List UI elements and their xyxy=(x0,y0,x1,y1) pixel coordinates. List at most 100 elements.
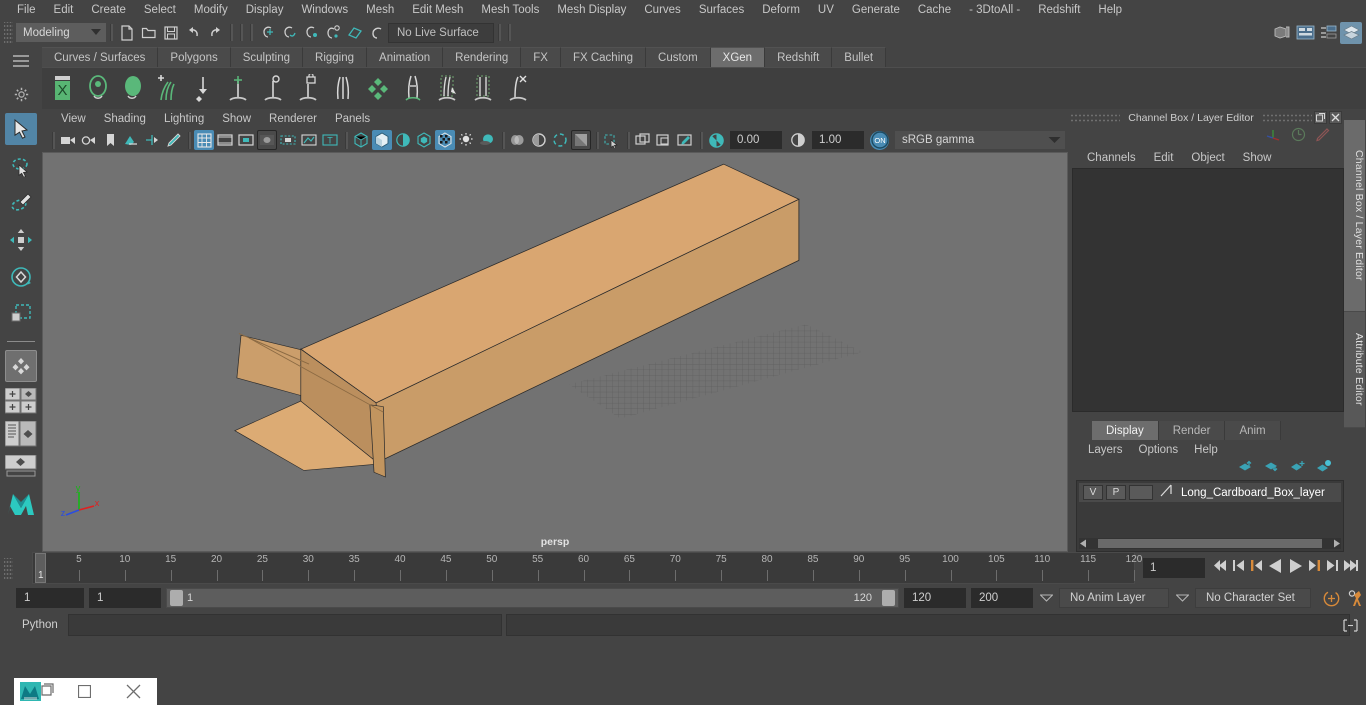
menu-edit-mesh[interactable]: Edit Mesh xyxy=(403,1,472,19)
multisample-aa-icon[interactable] xyxy=(529,130,549,150)
tab-anim[interactable]: Anim xyxy=(1225,421,1281,440)
time-slider-grip[interactable] xyxy=(4,558,13,580)
3d-viewport[interactable]: y x z persp xyxy=(42,152,1068,552)
undo-icon[interactable] xyxy=(182,22,204,44)
menu-curves[interactable]: Curves xyxy=(635,1,689,19)
animation-preferences-icon[interactable] xyxy=(1346,588,1366,608)
screen-space-ao-icon[interactable] xyxy=(477,130,497,150)
menu-help[interactable]: Help xyxy=(1089,1,1131,19)
xgen-clump-icon[interactable] xyxy=(431,71,465,107)
move-layer-down-icon[interactable] xyxy=(1264,460,1280,478)
range-end-field[interactable]: 200 xyxy=(971,588,1033,608)
go-to-start-icon[interactable] xyxy=(1211,558,1228,578)
channel-menu-edit[interactable]: Edit xyxy=(1145,150,1183,166)
live-surface-field[interactable]: No Live Surface xyxy=(388,22,494,43)
vtab-attribute-editor[interactable]: Attribute Editor xyxy=(1344,312,1365,428)
show-hide-attribute-editor-icon[interactable] xyxy=(1294,22,1316,44)
layer-list-hscrollbar[interactable] xyxy=(1079,538,1341,549)
anim-layer-selector[interactable]: No Anim Layer xyxy=(1059,588,1169,608)
outliner-persp-layout[interactable] xyxy=(5,420,37,448)
layer-menu-options[interactable]: Options xyxy=(1131,442,1187,458)
shelf-tab-bullet[interactable]: Bullet xyxy=(832,47,887,67)
gamma-value-field[interactable]: 1.00 xyxy=(812,131,864,149)
go-to-end-icon[interactable] xyxy=(1343,558,1360,578)
channel-box-content[interactable] xyxy=(1072,168,1344,412)
viewport-menu-panels[interactable]: Panels xyxy=(326,111,379,127)
xgen-guide-icon[interactable] xyxy=(466,71,500,107)
redo-icon[interactable] xyxy=(204,22,226,44)
tab-display[interactable]: Display xyxy=(1092,421,1159,440)
close-icon[interactable] xyxy=(109,678,157,705)
menu-mesh[interactable]: Mesh xyxy=(357,1,403,19)
range-start-field[interactable]: 1 xyxy=(16,588,84,608)
show-hide-channel-box-icon[interactable] xyxy=(1340,21,1362,44)
menu-display[interactable]: Display xyxy=(237,1,293,19)
current-time-indicator[interactable]: 1 xyxy=(35,553,46,583)
play-forwards-icon[interactable] xyxy=(1287,558,1304,579)
clock-icon[interactable] xyxy=(1291,127,1306,147)
range-end-handle[interactable] xyxy=(882,590,895,606)
status-line-grip[interactable] xyxy=(4,21,13,44)
exposure-value-field[interactable]: 0.00 xyxy=(730,131,782,149)
viewport-menu-lighting[interactable]: Lighting xyxy=(155,111,213,127)
menu-set-selector[interactable]: Modeling xyxy=(16,23,106,42)
menu-mesh-tools[interactable]: Mesh Tools xyxy=(472,1,548,19)
channel-menu-show[interactable]: Show xyxy=(1234,150,1281,166)
show-hide-tool-settings-icon[interactable] xyxy=(1317,22,1339,44)
step-back-frame-icon[interactable] xyxy=(1249,558,1264,578)
snap-to-view-plane-icon[interactable] xyxy=(344,22,366,44)
snap-to-point-icon[interactable] xyxy=(300,22,322,44)
menu-3dtoall[interactable]: - 3DtoAll - xyxy=(960,1,1029,19)
layer-playback-toggle[interactable]: P xyxy=(1106,485,1126,500)
play-backwards-icon[interactable] xyxy=(1267,558,1284,579)
step-back-keyframe-icon[interactable] xyxy=(1231,558,1246,578)
shelf-tab-rendering[interactable]: Rendering xyxy=(443,47,522,67)
shelf-tab-xgen[interactable]: XGen xyxy=(710,47,766,67)
two-d-pan-zoom-icon[interactable] xyxy=(142,130,162,150)
list-item[interactable]: V P Long_Cardboard_Box_layer xyxy=(1079,483,1341,502)
shelf-tab-curves-surfaces[interactable]: Curves / Surfaces xyxy=(42,47,159,67)
shelf-tab-fx-caching[interactable]: FX Caching xyxy=(560,47,647,67)
menu-deform[interactable]: Deform xyxy=(753,1,809,19)
gate-mask-icon[interactable] xyxy=(257,130,277,150)
xgen-create-palette-icon[interactable] xyxy=(116,71,150,107)
channel-menu-channels[interactable]: Channels xyxy=(1078,150,1145,166)
xgen-part-icon[interactable] xyxy=(326,71,360,107)
undock-icon[interactable] xyxy=(1314,111,1327,124)
layer-color-swatch[interactable] xyxy=(1129,485,1153,500)
script-editor-icon[interactable] xyxy=(1340,615,1360,635)
xray-icon[interactable] xyxy=(571,130,591,150)
safe-title-icon[interactable]: T xyxy=(320,130,340,150)
use-default-material-icon[interactable] xyxy=(393,130,413,150)
shelf-menu-icon[interactable] xyxy=(13,55,29,67)
auto-keyframe-icon[interactable] xyxy=(1321,588,1341,608)
move-layer-up-icon[interactable] xyxy=(1238,460,1254,478)
layer-list[interactable]: V P Long_Cardboard_Box_layer xyxy=(1076,480,1344,552)
image-plane-icon[interactable] xyxy=(121,130,141,150)
menu-windows[interactable]: Windows xyxy=(292,1,357,19)
xgen-lock-icon[interactable] xyxy=(291,71,325,107)
pencil-icon[interactable] xyxy=(1315,127,1330,147)
channel-menu-object[interactable]: Object xyxy=(1182,150,1233,166)
command-line-result[interactable] xyxy=(506,614,1350,636)
current-frame-field[interactable]: 1 xyxy=(1143,558,1205,578)
menu-mesh-display[interactable]: Mesh Display xyxy=(548,1,635,19)
snap-to-projected-center-icon[interactable] xyxy=(322,22,344,44)
xgen-cut-icon[interactable] xyxy=(396,71,430,107)
shelf-tab-custom[interactable]: Custom xyxy=(646,47,711,67)
film-gate-icon[interactable] xyxy=(215,130,235,150)
last-tool-used[interactable] xyxy=(5,350,37,382)
film-origin-icon[interactable] xyxy=(278,130,298,150)
shelf-tab-rigging[interactable]: Rigging xyxy=(303,47,368,67)
grease-pencil-icon[interactable] xyxy=(163,130,183,150)
smooth-shade-all-icon[interactable] xyxy=(372,130,392,150)
menu-modify[interactable]: Modify xyxy=(185,1,237,19)
create-empty-layer-icon[interactable] xyxy=(1290,460,1306,478)
rotate-tool[interactable] xyxy=(5,261,37,293)
maximize-icon[interactable] xyxy=(60,678,109,705)
menu-surfaces[interactable]: Surfaces xyxy=(690,1,753,19)
grid-icon[interactable] xyxy=(194,130,214,150)
color-management-toggle-icon[interactable]: ON xyxy=(870,130,889,150)
playback-start-field[interactable]: 1 xyxy=(89,588,161,608)
gamma-icon[interactable] xyxy=(788,130,808,150)
